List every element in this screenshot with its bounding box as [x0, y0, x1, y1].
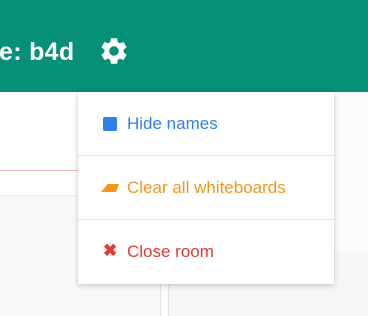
menu-item-label: Close room: [127, 241, 214, 261]
menu-item-hide-names[interactable]: Hide names: [78, 92, 334, 155]
menu-item-label: Hide names: [127, 113, 218, 133]
close-icon: ✖: [103, 240, 118, 260]
room-name-label: e: b4d: [0, 38, 75, 66]
eraser-icon: [101, 180, 119, 196]
app-header: e: b4d: [0, 0, 368, 92]
menu-item-label: Clear all whiteboards: [127, 177, 286, 197]
square-icon: [101, 116, 119, 132]
menu-item-clear-whiteboards[interactable]: Clear all whiteboards: [78, 156, 334, 219]
gear-icon: [101, 38, 127, 64]
left-panel-divider: [0, 170, 80, 171]
settings-dropdown-menu: Hide names Clear all whiteboards ✖ Close…: [78, 92, 334, 284]
settings-gear-icon[interactable]: [98, 35, 130, 67]
app-page: e: b4d Hide names Clear all whiteboards: [0, 0, 368, 316]
menu-item-close-room[interactable]: ✖ Close room: [78, 220, 334, 283]
